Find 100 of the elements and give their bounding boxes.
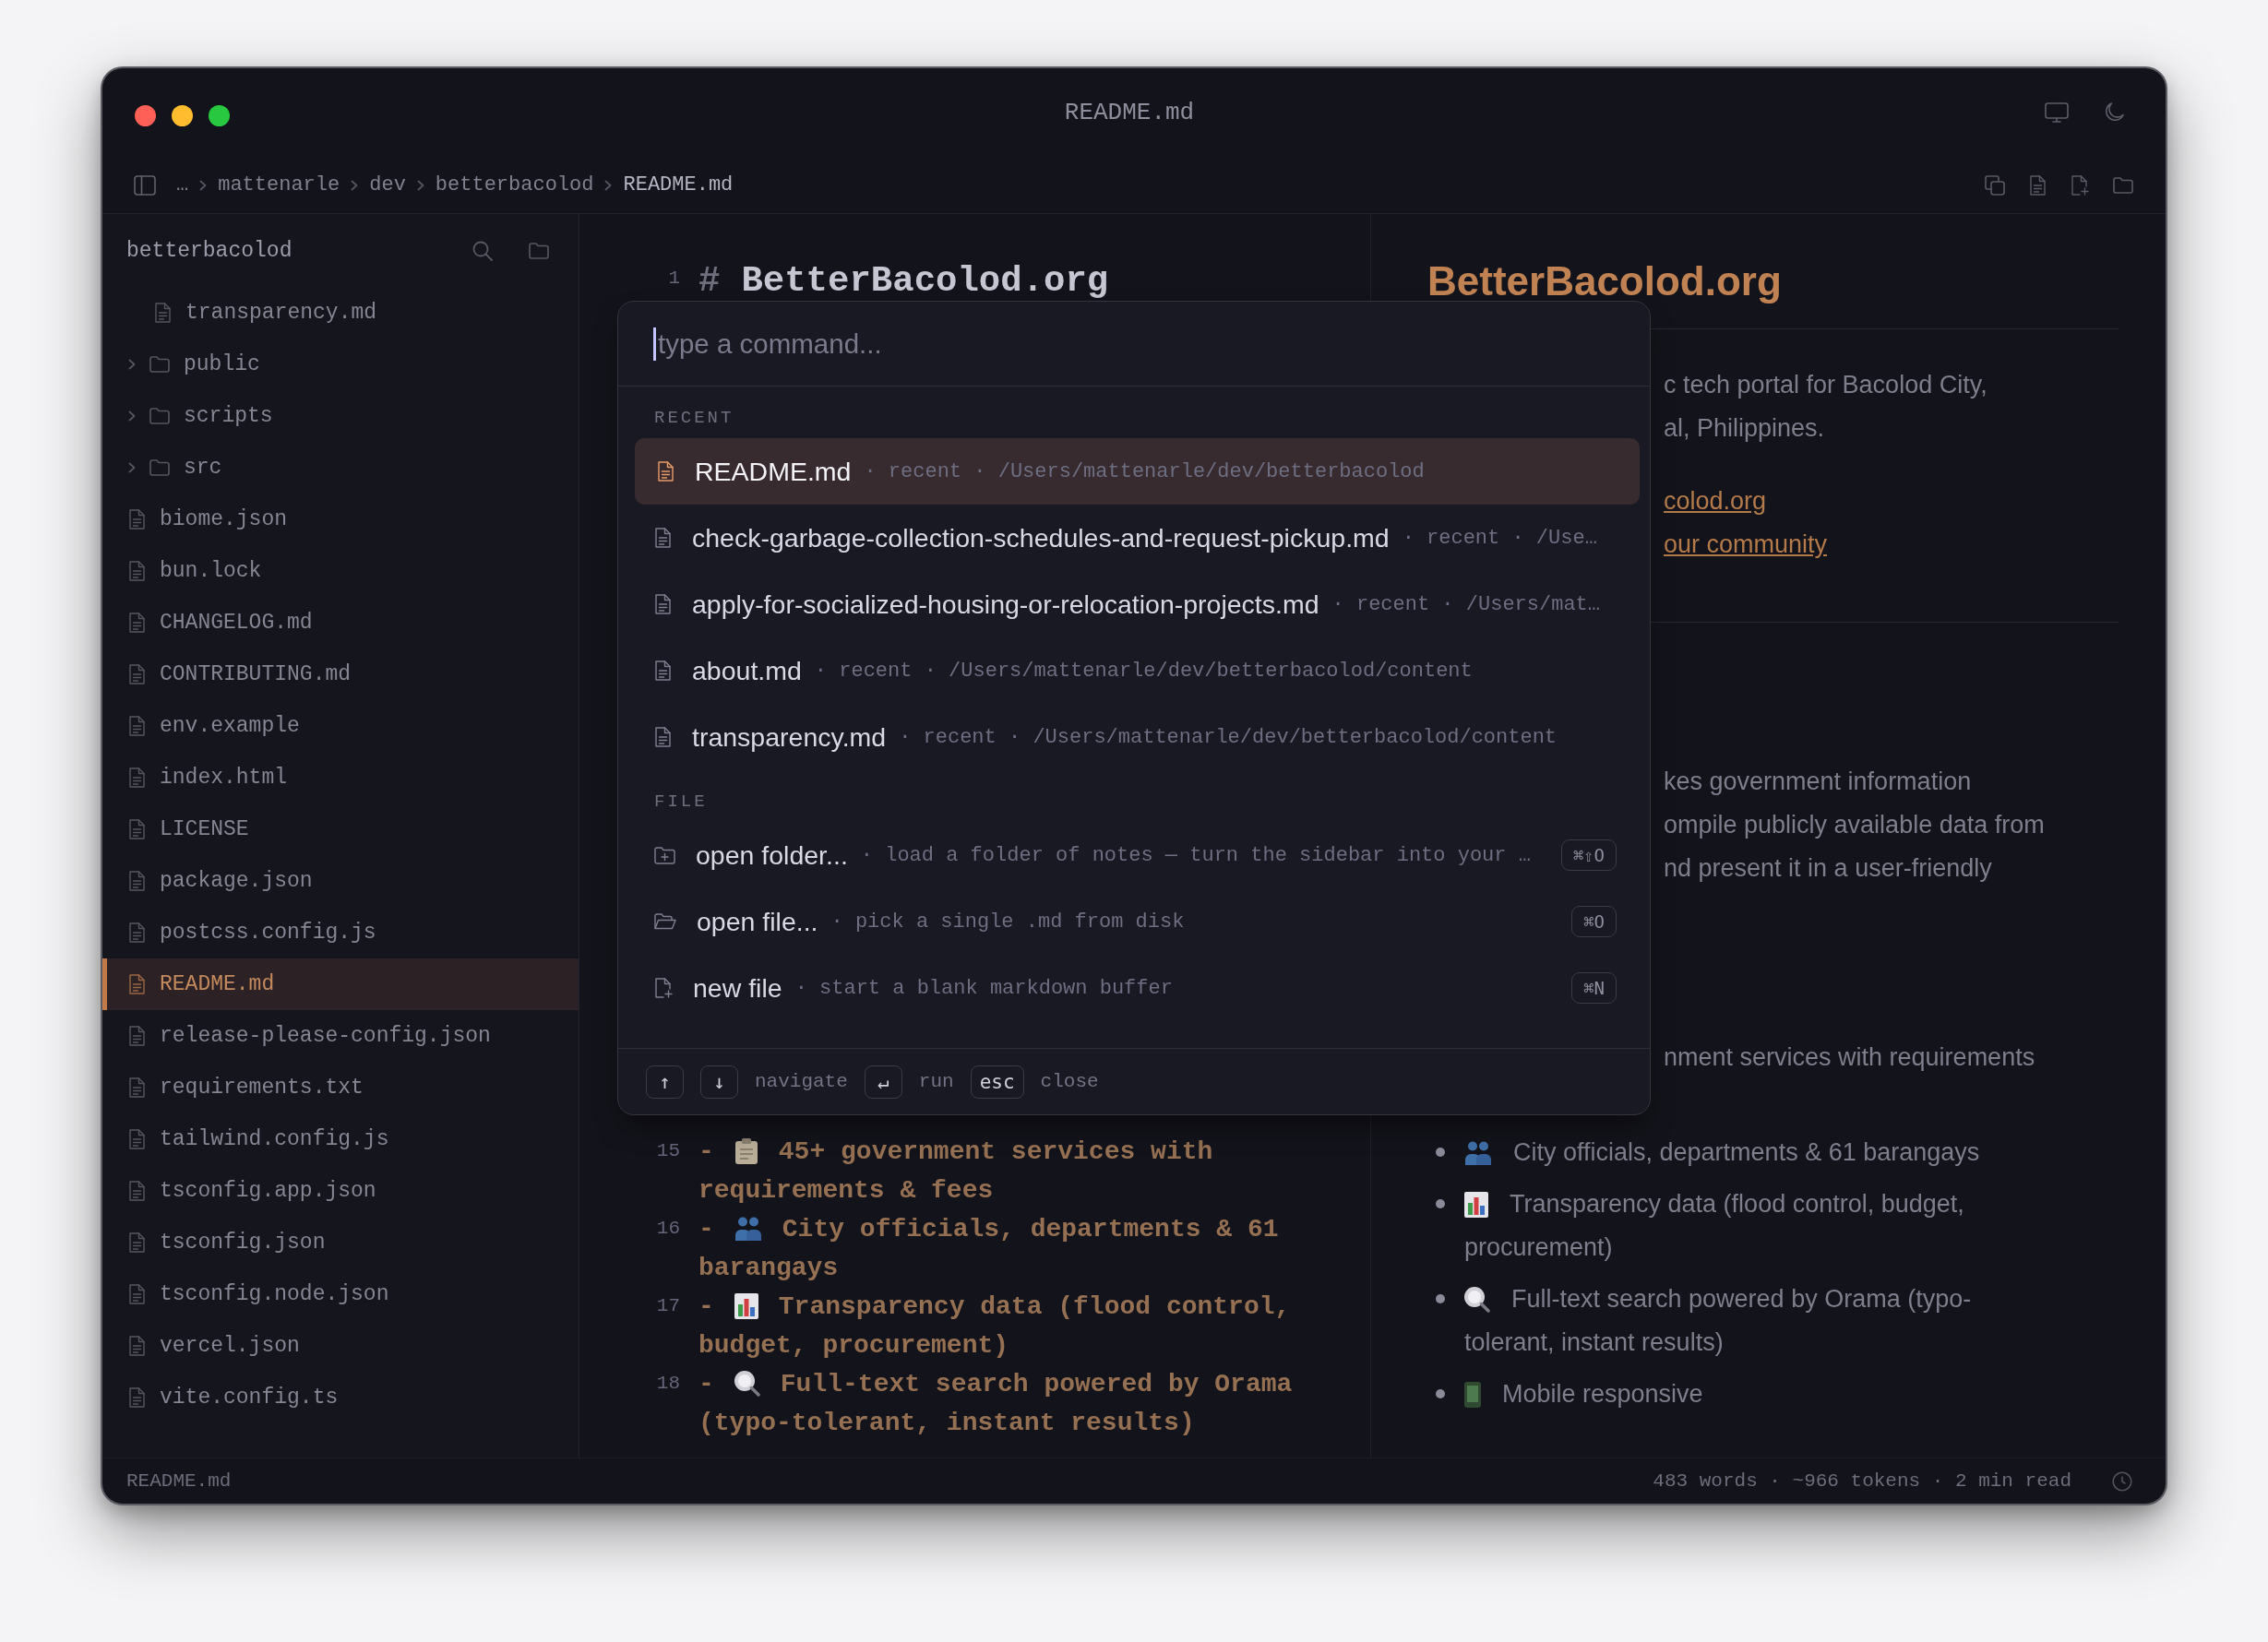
command-input[interactable]: type a command... <box>658 323 1650 364</box>
key-hint: ↓ <box>700 1065 738 1099</box>
command-item[interactable]: apply-for-socialized-housing-or-relocation-projects.md · recent · /Users/mat… <box>635 571 1640 637</box>
close-button[interactable] <box>135 104 156 126</box>
file-item[interactable]: bun.lock <box>102 545 579 597</box>
file-item[interactable]: vercel.json <box>102 1320 579 1372</box>
bullet-icon <box>1436 1199 1445 1208</box>
monitor-icon[interactable] <box>2045 102 2069 123</box>
folder-open-icon <box>654 913 676 930</box>
file-icon[interactable] <box>2029 174 2047 196</box>
file-icon <box>128 974 146 994</box>
command-item[interactable]: new file · start a blank markdown buffer ⌘N <box>635 955 1640 1021</box>
folder-icon[interactable] <box>2113 176 2133 194</box>
line-number: 16 <box>656 1217 680 1241</box>
editor-text: Transparency data (flood control, <box>778 1291 1291 1321</box>
chevron-icon <box>351 179 359 191</box>
preview-text: al, Philippines. <box>1664 413 1825 444</box>
breadcrumb-item[interactable]: dev <box>369 173 406 196</box>
preview-text: ompile publicly available data from <box>1664 810 2045 840</box>
file-plus-icon[interactable] <box>2071 174 2089 196</box>
command-item[interactable]: check-garbage-collection-schedules-and-request-pickup.md · recent · /Use… <box>635 505 1640 571</box>
preview-link[interactable]: colod.org <box>1664 480 1767 523</box>
bullet-icon <box>1436 1148 1445 1157</box>
breadcrumb-item[interactable]: … <box>176 173 189 196</box>
key-hint: esc <box>970 1065 1024 1099</box>
file-icon <box>128 819 146 839</box>
breadcrumb-item[interactable]: mattenarle <box>218 173 340 196</box>
file-item[interactable]: tsconfig.node.json <box>102 1268 579 1320</box>
shortcut-badge: ⌘O <box>1571 906 1617 937</box>
file-icon <box>128 664 146 684</box>
file-icon <box>128 1336 146 1356</box>
file-item[interactable]: CHANGELOG.md <box>102 597 579 648</box>
bar-chart-icon <box>734 1293 758 1319</box>
file-item[interactable]: index.html <box>102 752 579 803</box>
copy-icon[interactable] <box>1985 174 2005 196</box>
preview-text: c tech portal for Bacolod City, <box>1664 370 1987 400</box>
file-item[interactable]: tailwind.config.js <box>102 1113 579 1165</box>
preview-text: kes government information <box>1664 767 1972 797</box>
command-item[interactable]: about.md · recent · /Users/mattenarle/dev/betterbacolod/content <box>635 637 1640 704</box>
magnifier-icon <box>1464 1286 1490 1313</box>
file-item[interactable]: CONTRIBUTING.md <box>102 648 579 700</box>
file-item[interactable]: LICENSE <box>102 803 579 855</box>
preview-text: nment services with requirements <box>1664 1042 2035 1073</box>
search-icon[interactable] <box>472 240 493 261</box>
people-icon <box>1464 1140 1492 1165</box>
editor-text: 45+ government services with <box>778 1136 1213 1166</box>
sidebar-icon[interactable] <box>134 174 156 196</box>
breadcrumb-item[interactable]: betterbacolod <box>435 173 594 196</box>
moon-icon[interactable] <box>2104 102 2124 123</box>
file-item[interactable]: README.md <box>102 958 579 1010</box>
command-item[interactable]: open folder... · load a folder of notes — turn the sidebar into your … ⌘⇧O <box>635 822 1640 888</box>
file-item[interactable]: tsconfig.json <box>102 1217 579 1268</box>
sidebar-title: betterbacolod <box>126 238 292 263</box>
file-item[interactable]: biome.json <box>102 494 579 545</box>
list-marker: - <box>698 1291 714 1321</box>
file-item[interactable]: env.example <box>102 700 579 752</box>
file-item[interactable]: postcss.config.js <box>102 907 579 958</box>
file-item[interactable]: vite.config.ts <box>102 1372 579 1423</box>
file-plus-icon <box>654 978 673 998</box>
file-icon <box>657 461 674 482</box>
file-item[interactable]: tsconfig.app.json <box>102 1165 579 1217</box>
file-icon <box>154 303 172 323</box>
file-item[interactable]: release-please-config.json <box>102 1010 579 1062</box>
magnifier-icon <box>734 1371 760 1397</box>
minimize-button[interactable] <box>172 104 193 126</box>
command-item[interactable]: transparency.md · recent · /Users/mattenarle/dev/betterbacolod/content <box>635 704 1640 770</box>
editor-text: (typo-tolerant, instant results) <box>698 1408 1195 1437</box>
clock-icon[interactable] <box>2112 1470 2132 1492</box>
file-item[interactable]: requirements.txt <box>102 1062 579 1113</box>
command-item[interactable]: README.md · recent · /Users/mattenarle/dev/betterbacolod <box>635 438 1640 505</box>
file-icon <box>654 594 672 614</box>
preview-link[interactable]: our community <box>1664 523 1828 566</box>
folder-icon[interactable] <box>529 242 549 259</box>
heading-marker: # <box>698 261 721 302</box>
chevron-icon[interactable] <box>128 359 136 370</box>
text-cursor-icon <box>653 327 656 361</box>
folder-item[interactable]: public <box>102 339 579 390</box>
file-icon <box>128 1026 146 1046</box>
list-marker: - <box>698 1214 714 1243</box>
file-icon <box>128 1284 146 1304</box>
chevron-icon[interactable] <box>128 410 136 422</box>
chevron-icon[interactable] <box>128 462 136 473</box>
file-icon <box>654 727 672 747</box>
file-icon <box>128 767 146 788</box>
zoom-button[interactable] <box>209 104 230 126</box>
file-icon <box>654 660 672 681</box>
editor-text: requirements & fees <box>698 1175 994 1205</box>
preview-text: procurement) <box>1464 1233 1613 1262</box>
status-filename: README.md <box>126 1470 232 1492</box>
section-label: RECENT <box>654 407 734 429</box>
command-item[interactable]: open file... · pick a single .md from disk ⌘O <box>635 888 1640 955</box>
hint-label: navigate <box>755 1071 848 1092</box>
folder-item[interactable]: src <box>102 442 579 494</box>
file-item[interactable]: package.json <box>102 855 579 907</box>
editor-text: City officials, departments & 61 <box>782 1214 1279 1243</box>
editor-text: budget, procurement) <box>698 1330 1009 1360</box>
file-item[interactable]: transparency.md <box>102 287 579 339</box>
line-number: 17 <box>656 1294 680 1318</box>
folder-item[interactable]: scripts <box>102 390 579 442</box>
breadcrumb-item[interactable]: README.md <box>623 173 734 196</box>
